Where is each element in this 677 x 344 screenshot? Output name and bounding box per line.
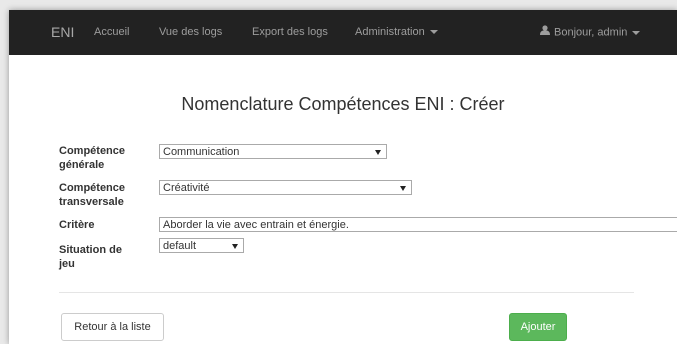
critere-label: Critère xyxy=(59,219,95,231)
chevron-down-icon xyxy=(632,30,641,35)
chevron-down-icon xyxy=(429,30,438,35)
user-menu[interactable]: Bonjour, admin xyxy=(540,10,641,55)
add-button[interactable]: Ajouter xyxy=(509,313,567,341)
critere-value: Aborder la vie avec entrain et énergie. xyxy=(163,219,349,231)
form-divider xyxy=(59,292,634,293)
competence-transversale-label-line2: transversale xyxy=(59,196,124,208)
critere-input[interactable]: Aborder la vie avec entrain et énergie. xyxy=(159,217,677,232)
navbar: ENI Accueil Vue des logs Export des logs… xyxy=(9,10,677,55)
user-menu-label: Bonjour, admin xyxy=(554,26,628,39)
nav-item-accueil[interactable]: Accueil xyxy=(94,10,129,55)
back-to-list-button[interactable]: Retour à la liste xyxy=(61,313,164,341)
nav-item-administration-label: Administration xyxy=(355,26,425,38)
nav-item-vue-des-logs[interactable]: Vue des logs xyxy=(159,10,222,55)
competence-transversale-label-line1: Compétence xyxy=(59,182,126,194)
competence-generale-select[interactable]: Communication xyxy=(159,144,387,159)
competence-transversale-label: Compétence transversale xyxy=(59,181,125,209)
competence-generale-label-line2: générale xyxy=(59,159,105,171)
situation-de-jeu-select[interactable]: default xyxy=(159,238,244,253)
page-title: Nomenclature Compétences ENI : Créer xyxy=(181,94,505,114)
nav-item-administration[interactable]: Administration xyxy=(355,10,438,55)
situation-de-jeu-value: default xyxy=(163,240,197,252)
user-icon xyxy=(540,10,550,55)
competence-generale-label: Compétence générale xyxy=(59,144,125,172)
app-window: ENI Accueil Vue des logs Export des logs… xyxy=(9,10,677,344)
brand-link[interactable]: ENI xyxy=(51,10,74,55)
competence-transversale-value: Créativité xyxy=(163,182,210,194)
nav-item-export-des-logs[interactable]: Export des logs xyxy=(252,10,328,55)
dropdown-arrow-icon xyxy=(232,244,238,249)
competence-generale-label-line1: Compétence xyxy=(59,145,126,157)
competence-generale-value: Communication xyxy=(163,146,240,158)
situation-de-jeu-label: Situation de jeu xyxy=(59,243,122,271)
situation-de-jeu-label-line1: Situation de xyxy=(59,244,122,256)
competence-transversale-select[interactable]: Créativité xyxy=(159,180,412,195)
dropdown-arrow-icon xyxy=(375,150,381,155)
dropdown-arrow-icon xyxy=(400,186,406,191)
situation-de-jeu-label-line2: jeu xyxy=(59,258,75,270)
